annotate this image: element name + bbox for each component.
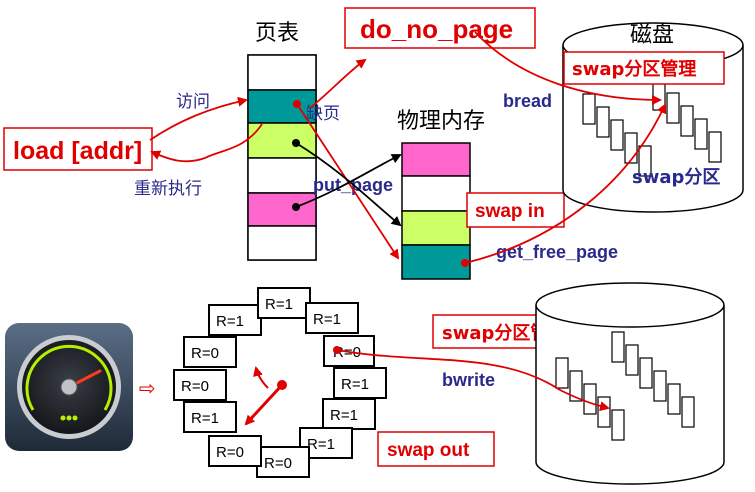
do-no-page-label: do_no_page bbox=[360, 14, 513, 44]
clock-entry: R=0 bbox=[216, 444, 244, 461]
clock-entry: R=1 bbox=[265, 296, 293, 313]
clock-entry: R=1 bbox=[313, 311, 341, 328]
memory-frame-white bbox=[401, 175, 471, 212]
clock-entry: R=1 bbox=[330, 407, 358, 424]
page-table-entry-magenta bbox=[247, 192, 317, 227]
clock-entry: R=1 bbox=[307, 436, 335, 453]
speedometer-icon bbox=[5, 323, 133, 451]
clock-entry: R=1 bbox=[191, 410, 219, 427]
physical-memory bbox=[401, 142, 471, 280]
bread-label: bread bbox=[503, 91, 552, 111]
swap-out-label: swap out bbox=[387, 440, 470, 461]
transform-arrow: ⇨ bbox=[139, 376, 156, 400]
re-execute-label: 重新执行 bbox=[134, 179, 202, 199]
page-table-entry-1 bbox=[247, 54, 317, 91]
access-label: 访问 bbox=[176, 92, 210, 112]
physical-memory-label: 物理内存 bbox=[397, 109, 485, 134]
page-table-entry-4 bbox=[247, 157, 317, 194]
swap-in-label: swap in bbox=[475, 201, 545, 222]
clock-hand bbox=[244, 366, 287, 426]
page-table-entry-6 bbox=[247, 225, 317, 261]
page-table bbox=[247, 54, 317, 261]
clock-entry: R=1 bbox=[216, 313, 244, 330]
memory-frame-teal bbox=[401, 244, 471, 280]
disk-label: 磁盘 bbox=[630, 23, 674, 48]
page-table-label: 页表 bbox=[255, 21, 299, 46]
get-free-page-label: get_free_page bbox=[496, 242, 618, 262]
memory-frame-magenta bbox=[401, 142, 471, 177]
memory-frame-lime bbox=[401, 210, 471, 246]
clock-entry: R=0 bbox=[191, 345, 219, 362]
clock-entry: R=1 bbox=[341, 376, 369, 393]
swap-partition-label: swap分区 bbox=[632, 167, 720, 188]
bwrite-label: bwrite bbox=[442, 370, 495, 390]
load-addr-label: load [addr] bbox=[13, 137, 142, 165]
clock-entry: R=0 bbox=[264, 455, 292, 472]
swap-mgmt-label-top: swap分区管理 bbox=[572, 58, 696, 80]
clock-entry: R=0 bbox=[181, 378, 209, 395]
bottom-disk bbox=[535, 282, 725, 485]
